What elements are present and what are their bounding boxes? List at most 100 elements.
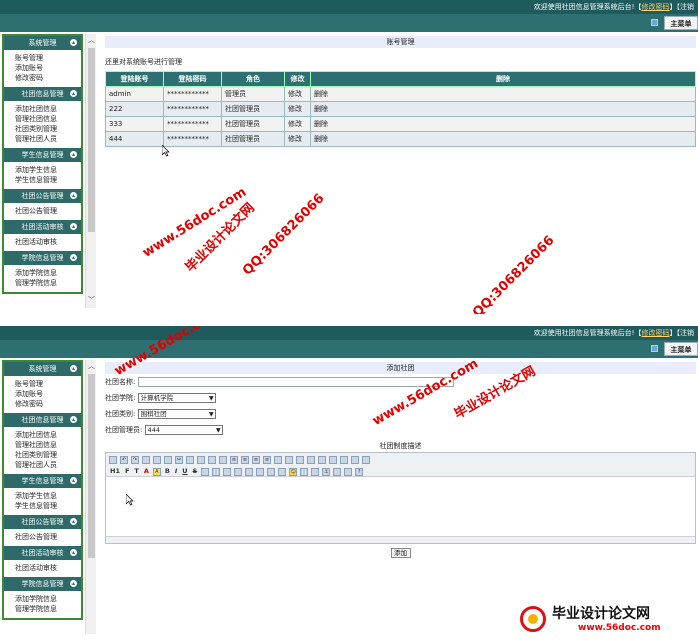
sidebar-item-add-account[interactable]: 添加账号 <box>15 63 81 73</box>
sidebar-item-add-college[interactable]: 添加学院信息 <box>15 268 81 278</box>
italic-icon[interactable]: I <box>174 468 178 476</box>
sidebar-group-header[interactable]: 学院信息管理 ▴ <box>4 577 81 591</box>
sidebar-group-header[interactable]: 系统管理 ▴ <box>4 36 81 50</box>
sidebar-item-club-category[interactable]: 社团类别管理 <box>15 450 81 460</box>
align-right-icon[interactable]: ≡ <box>252 456 260 464</box>
delete-link[interactable]: 删除 <box>310 86 696 102</box>
sidebar-item-add-account[interactable]: 添加账号 <box>15 389 81 399</box>
print-icon[interactable] <box>153 456 161 464</box>
collapse-icon[interactable]: ▴ <box>70 90 77 97</box>
sidebar-scrollbar[interactable]: ︿ <box>85 360 96 634</box>
subscript-icon[interactable] <box>318 456 326 464</box>
sidebar-item-club-members[interactable]: 管理社团人员 <box>15 460 81 470</box>
paste-text-icon[interactable] <box>208 456 216 464</box>
scroll-up-icon[interactable]: ︿ <box>87 36 96 45</box>
sidebar-item-activity-review[interactable]: 社团活动审核 <box>15 237 81 247</box>
club-category-select[interactable]: 围棋社团 ▼ <box>137 409 216 419</box>
sidebar-item-notice-manage[interactable]: 社团公告管理 <box>15 206 81 216</box>
pagebreak-icon[interactable] <box>311 468 320 476</box>
superscript-icon[interactable] <box>329 456 337 464</box>
collapse-icon[interactable]: ▴ <box>70 39 77 46</box>
outdent-icon[interactable] <box>307 456 315 464</box>
sidebar-item-manage-college[interactable]: 管理学院信息 <box>15 278 81 288</box>
sidebar-item-manage-student[interactable]: 学生信息管理 <box>15 501 81 511</box>
delete-link[interactable]: 删除 <box>310 101 696 117</box>
clear-format-icon[interactable] <box>340 456 348 464</box>
scroll-thumb[interactable] <box>88 374 95 558</box>
unlink-icon[interactable] <box>344 468 353 476</box>
scroll-down-icon[interactable]: ﹀ <box>87 296 96 305</box>
paste-word-icon[interactable] <box>219 456 227 464</box>
image-icon[interactable] <box>223 468 232 476</box>
sidebar-item-notice-manage[interactable]: 社团公告管理 <box>15 532 81 542</box>
undo-icon[interactable]: ↶ <box>120 456 128 464</box>
collapse-icon[interactable]: ▴ <box>70 223 77 230</box>
table-icon[interactable] <box>267 468 276 476</box>
media-icon[interactable] <box>245 468 254 476</box>
sidebar-group-header[interactable]: 社团信息管理 ▴ <box>4 87 81 101</box>
rich-text-editor[interactable]: ↶ ↷ ✂ ≡ ≡ ≡ ≡ H1 F T A A B I U S ☺ ⚓ ? <box>105 452 696 544</box>
scroll-up-icon[interactable]: ︿ <box>87 362 96 371</box>
indent-icon[interactable] <box>296 456 304 464</box>
club-name-input[interactable] <box>137 377 454 387</box>
sidebar-group-header[interactable]: 社团信息管理 ▴ <box>4 413 81 427</box>
sidebar-item-club-category[interactable]: 社团类别管理 <box>15 124 81 134</box>
file-icon[interactable] <box>256 468 265 476</box>
select-all-icon[interactable] <box>351 456 359 464</box>
sidebar-group-header[interactable]: 学院信息管理 ▴ <box>4 251 81 265</box>
heading-icon[interactable]: H1 <box>109 468 121 476</box>
font-size-icon[interactable]: T <box>133 468 139 476</box>
delete-link[interactable]: 删除 <box>310 116 696 132</box>
fullscreen-icon[interactable] <box>362 456 370 464</box>
edit-link[interactable]: 修改 <box>284 86 311 102</box>
sidebar-group-header[interactable]: 社团活动审核 ▴ <box>4 546 81 560</box>
align-center-icon[interactable]: ≡ <box>241 456 249 464</box>
sidebar-item-manage-club[interactable]: 管理社团信息 <box>15 440 81 450</box>
collapse-icon[interactable]: ▴ <box>70 580 77 587</box>
preview-icon[interactable] <box>142 456 150 464</box>
collapse-icon[interactable]: ▴ <box>70 477 77 484</box>
about-icon[interactable]: ? <box>355 468 364 476</box>
sidebar-group-header[interactable]: 社团公告管理 ▴ <box>4 515 81 529</box>
main-menu-button[interactable]: 主菜单 <box>664 342 698 356</box>
font-family-icon[interactable]: F <box>124 468 130 476</box>
change-password-link[interactable]: 修改密码 <box>642 329 670 337</box>
sidebar-scrollbar[interactable]: ︿ ﹀ <box>85 34 96 308</box>
font-color-icon[interactable]: A <box>143 468 150 476</box>
sidebar-group-header[interactable]: 社团活动审核 ▴ <box>4 220 81 234</box>
collapse-icon[interactable]: ▴ <box>70 192 77 199</box>
sidebar-item-add-student[interactable]: 添加学生信息 <box>15 491 81 501</box>
strikethrough-icon[interactable]: S <box>192 468 199 476</box>
collapse-icon[interactable]: ▴ <box>70 518 77 525</box>
club-college-select[interactable]: 计算机学院 ▼ <box>137 393 216 403</box>
collapse-icon[interactable]: ▴ <box>70 365 77 372</box>
unordered-list-icon[interactable] <box>285 456 293 464</box>
scroll-thumb[interactable] <box>88 48 95 232</box>
collapse-icon[interactable]: ▴ <box>70 254 77 261</box>
link-icon[interactable] <box>333 468 342 476</box>
main-menu-button[interactable]: 主菜单 <box>664 16 698 30</box>
sidebar-item-manage-college[interactable]: 管理学院信息 <box>15 604 81 614</box>
home-icon[interactable] <box>651 19 658 26</box>
sidebar-group-header[interactable]: 系统管理 ▴ <box>4 362 81 376</box>
remove-format-icon[interactable] <box>212 468 221 476</box>
edit-link[interactable]: 修改 <box>284 131 311 147</box>
paste-icon[interactable] <box>197 456 205 464</box>
sidebar-item-club-members[interactable]: 管理社团人员 <box>15 134 81 144</box>
flash-icon[interactable] <box>234 468 243 476</box>
bold-icon[interactable]: B <box>164 468 171 476</box>
sidebar-item-add-club[interactable]: 添加社团信息 <box>15 430 81 440</box>
copy-icon[interactable] <box>186 456 194 464</box>
change-password-link[interactable]: 修改密码 <box>642 3 670 11</box>
sidebar-item-manage-student[interactable]: 学生信息管理 <box>15 175 81 185</box>
add-button[interactable]: 添加 <box>390 548 411 558</box>
collapse-icon[interactable]: ▴ <box>70 416 77 423</box>
anchor-icon[interactable]: ⚓ <box>322 468 331 476</box>
editor-resize-bar[interactable] <box>106 536 695 543</box>
align-left-icon[interactable]: ≡ <box>230 456 238 464</box>
hr-icon[interactable] <box>278 468 287 476</box>
home-icon[interactable] <box>651 345 658 352</box>
underline-icon[interactable]: U <box>181 468 188 476</box>
sidebar-item-account-manage[interactable]: 账号管理 <box>15 53 81 63</box>
sidebar-group-header[interactable]: 学生信息管理 ▴ <box>4 148 81 162</box>
